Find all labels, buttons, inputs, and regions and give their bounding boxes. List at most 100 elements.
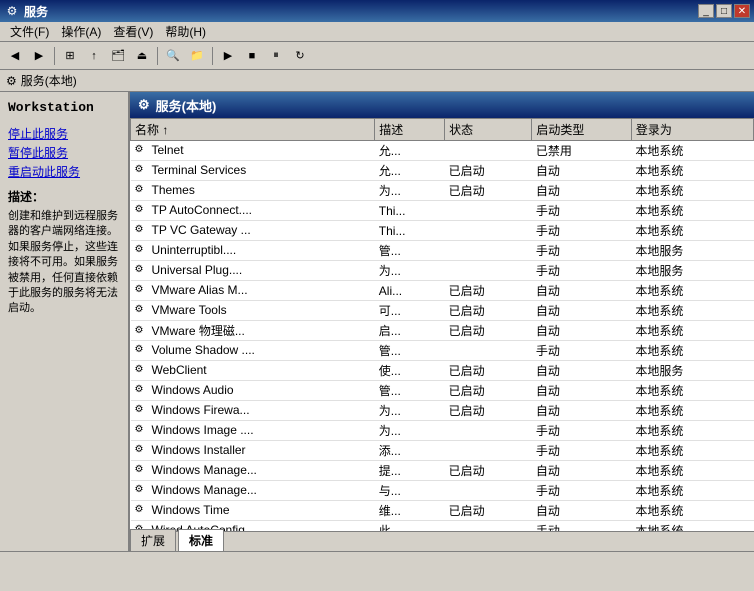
folders-btn[interactable]: 📁	[186, 45, 208, 67]
service-desc-cell: Thi...	[375, 201, 445, 221]
service-login-cell: 本地系统	[631, 321, 753, 341]
service-login-cell: 本地系统	[631, 301, 753, 321]
service-desc-cell: 此...	[375, 521, 445, 532]
services-table: 名称 ↑ 描述 状态 启动类型 登录为 ⚙Telnet允...已禁用本地系统⚙T…	[130, 118, 754, 531]
bottom-tabs: 扩展 标准	[130, 531, 754, 551]
table-row[interactable]: ⚙Themes为...已启动自动本地系统	[131, 181, 754, 201]
sidebar-title: Workstation	[8, 100, 120, 115]
forward-button[interactable]: ▶	[28, 45, 50, 67]
service-name-cell: ⚙TP AutoConnect....	[131, 201, 375, 221]
service-login-cell: 本地服务	[631, 261, 753, 281]
col-header-startup[interactable]: 启动类型	[532, 119, 631, 141]
service-status-cell: 已启动	[445, 461, 532, 481]
table-row[interactable]: ⚙VMware Tools可...已启动自动本地系统	[131, 301, 754, 321]
panel-header: ⚙ 服务(本地)	[130, 92, 754, 118]
desc-title: 描述：	[8, 188, 120, 205]
table-row[interactable]: ⚙Telnet允...已禁用本地系统	[131, 141, 754, 161]
service-login-cell: 本地系统	[631, 481, 753, 501]
table-row[interactable]: ⚙Windows Audio管...已启动自动本地系统	[131, 381, 754, 401]
service-desc-cell: Ali...	[375, 281, 445, 301]
table-row[interactable]: ⚙Windows Installer添...手动本地系统	[131, 441, 754, 461]
col-header-status[interactable]: 状态	[445, 119, 532, 141]
service-login-cell: 本地系统	[631, 341, 753, 361]
service-startup-cell: 手动	[532, 521, 631, 532]
service-desc-cell: Thi...	[375, 221, 445, 241]
tab-standard[interactable]: 标准	[178, 529, 224, 551]
table-row[interactable]: ⚙Uninterruptibl....管...手动本地服务	[131, 241, 754, 261]
view-toggle-btn[interactable]: ⊞	[59, 45, 81, 67]
disconnect-btn[interactable]: ⏏	[131, 45, 153, 67]
service-startup-cell: 手动	[532, 261, 631, 281]
service-login-cell: 本地系统	[631, 281, 753, 301]
search-btn[interactable]: 🔍	[162, 45, 184, 67]
table-row[interactable]: ⚙Windows Manage...提...已启动自动本地系统	[131, 461, 754, 481]
close-button[interactable]: ✕	[734, 4, 750, 18]
up-btn[interactable]: ↑	[83, 45, 105, 67]
address-bar: ⚙ 服务(本地)	[0, 70, 754, 92]
service-login-cell: 本地服务	[631, 361, 753, 381]
toolbar-sep-3	[212, 47, 213, 65]
service-status-cell: 已启动	[445, 321, 532, 341]
service-status-cell	[445, 261, 532, 281]
content-area: ⚙ 服务(本地) 名称 ↑ 描述 状态 启动类型 登录为 ⚙Telnet允...…	[130, 92, 754, 551]
service-desc-cell: 为...	[375, 401, 445, 421]
service-desc-cell: 管...	[375, 341, 445, 361]
table-row[interactable]: ⚙Windows Firewa...为...已启动自动本地系统	[131, 401, 754, 421]
back-button[interactable]: ◀	[4, 45, 26, 67]
service-name-cell: ⚙Terminal Services	[131, 161, 375, 181]
menu-view[interactable]: 查看(V)	[107, 21, 159, 42]
stop-btn[interactable]: ■	[241, 45, 263, 67]
service-name-cell: ⚙Windows Image ....	[131, 421, 375, 441]
table-row[interactable]: ⚙WebClient使...已启动自动本地服务	[131, 361, 754, 381]
service-status-cell: 已启动	[445, 501, 532, 521]
service-login-cell: 本地系统	[631, 141, 753, 161]
service-login-cell: 本地系统	[631, 421, 753, 441]
pause-btn[interactable]: ⏸	[265, 45, 287, 67]
table-row[interactable]: ⚙Volume Shadow ....管...手动本地系统	[131, 341, 754, 361]
table-row[interactable]: ⚙Windows Manage...与...手动本地系统	[131, 481, 754, 501]
service-login-cell: 本地系统	[631, 441, 753, 461]
service-status-cell	[445, 441, 532, 461]
restart-btn[interactable]: ↻	[289, 45, 311, 67]
tab-expand[interactable]: 扩展	[130, 529, 176, 551]
service-name-cell: ⚙TP VC Gateway ...	[131, 221, 375, 241]
menu-file[interactable]: 文件(F)	[4, 21, 55, 42]
service-status-cell	[445, 241, 532, 261]
col-header-name[interactable]: 名称 ↑	[131, 119, 375, 141]
table-row[interactable]: ⚙Windows Image ....为...手动本地系统	[131, 421, 754, 441]
service-name-cell: ⚙Windows Installer	[131, 441, 375, 461]
service-startup-cell: 自动	[532, 181, 631, 201]
table-row[interactable]: ⚙VMware 物理磁...启...已启动自动本地系统	[131, 321, 754, 341]
col-header-login[interactable]: 登录为	[631, 119, 753, 141]
table-row[interactable]: ⚙Universal Plug....为...手动本地服务	[131, 261, 754, 281]
service-name-cell: ⚙Themes	[131, 181, 375, 201]
panel-icon: ⚙	[138, 97, 150, 113]
stop-service-link[interactable]: 停止此服务	[8, 125, 120, 142]
table-row[interactable]: ⚙Terminal Services允...已启动自动本地系统	[131, 161, 754, 181]
service-name-cell: ⚙VMware Tools	[131, 301, 375, 321]
service-status-cell	[445, 221, 532, 241]
table-row[interactable]: ⚙VMware Alias M...Ali...已启动自动本地系统	[131, 281, 754, 301]
map-drive-btn[interactable]: 🗂	[107, 45, 129, 67]
service-login-cell: 本地系统	[631, 181, 753, 201]
pause-service-link[interactable]: 暂停此服务	[8, 144, 120, 161]
service-startup-cell: 手动	[532, 441, 631, 461]
menu-help[interactable]: 帮助(H)	[159, 21, 212, 42]
service-login-cell: 本地系统	[631, 161, 753, 181]
service-name-cell: ⚙Volume Shadow ....	[131, 341, 375, 361]
title-bar: ⚙ 服务 _ □ ✕	[0, 0, 754, 22]
menu-action[interactable]: 操作(A)	[55, 21, 107, 42]
maximize-button[interactable]: □	[716, 4, 732, 18]
col-header-desc[interactable]: 描述	[375, 119, 445, 141]
table-row[interactable]: ⚙TP VC Gateway ...Thi...手动本地系统	[131, 221, 754, 241]
minimize-button[interactable]: _	[698, 4, 714, 18]
service-desc-cell: 使...	[375, 361, 445, 381]
service-login-cell: 本地服务	[631, 241, 753, 261]
play-btn[interactable]: ▶	[217, 45, 239, 67]
services-table-wrapper[interactable]: 名称 ↑ 描述 状态 启动类型 登录为 ⚙Telnet允...已禁用本地系统⚙T…	[130, 118, 754, 531]
service-status-cell: 已启动	[445, 281, 532, 301]
table-row[interactable]: ⚙TP AutoConnect....Thi...手动本地系统	[131, 201, 754, 221]
restart-service-link[interactable]: 重启动此服务	[8, 163, 120, 180]
service-status-cell: 已启动	[445, 401, 532, 421]
table-row[interactable]: ⚙Windows Time维...已启动自动本地系统	[131, 501, 754, 521]
